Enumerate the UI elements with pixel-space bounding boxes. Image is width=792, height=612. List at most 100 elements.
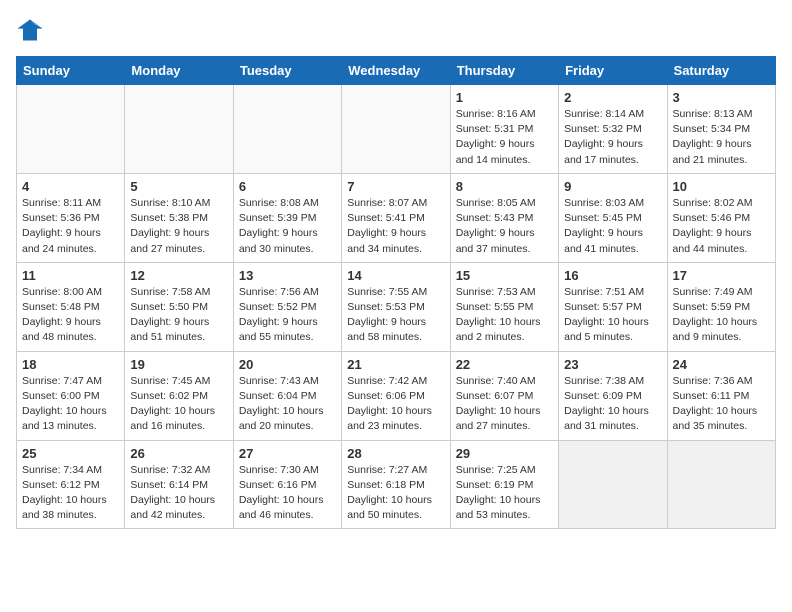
day-info: Sunrise: 8:13 AM Sunset: 5:34 PM Dayligh… <box>673 107 770 168</box>
calendar-cell: 14 Sunrise: 7:55 AM Sunset: 5:53 PM Dayli… <box>342 262 450 351</box>
day-info: Sunrise: 7:36 AM Sunset: 6:11 PM Dayligh… <box>673 374 770 435</box>
calendar-cell: 4 Sunrise: 8:11 AM Sunset: 5:36 PM Daylig… <box>17 173 125 262</box>
day-number: 13 <box>239 268 336 283</box>
calendar-cell: 16 Sunrise: 7:51 AM Sunset: 5:57 PM Dayli… <box>559 262 667 351</box>
day-info: Sunrise: 7:25 AM Sunset: 6:19 PM Dayligh… <box>456 463 553 524</box>
day-info: Sunrise: 7:38 AM Sunset: 6:09 PM Dayligh… <box>564 374 661 435</box>
day-number: 14 <box>347 268 444 283</box>
calendar-cell: 19 Sunrise: 7:45 AM Sunset: 6:02 PM Dayli… <box>125 351 233 440</box>
day-info: Sunrise: 7:42 AM Sunset: 6:06 PM Dayligh… <box>347 374 444 435</box>
calendar-cell: 24 Sunrise: 7:36 AM Sunset: 6:11 PM Dayli… <box>667 351 775 440</box>
calendar-cell: 18 Sunrise: 7:47 AM Sunset: 6:00 PM Dayli… <box>17 351 125 440</box>
day-header-saturday: Saturday <box>667 57 775 85</box>
day-number: 18 <box>22 357 119 372</box>
day-info: Sunrise: 7:30 AM Sunset: 6:16 PM Dayligh… <box>239 463 336 524</box>
day-number: 16 <box>564 268 661 283</box>
calendar-cell <box>125 85 233 174</box>
calendar-cell: 20 Sunrise: 7:43 AM Sunset: 6:04 PM Dayli… <box>233 351 341 440</box>
calendar-cell: 13 Sunrise: 7:56 AM Sunset: 5:52 PM Dayli… <box>233 262 341 351</box>
day-number: 11 <box>22 268 119 283</box>
day-info: Sunrise: 8:07 AM Sunset: 5:41 PM Dayligh… <box>347 196 444 257</box>
day-header-wednesday: Wednesday <box>342 57 450 85</box>
day-info: Sunrise: 8:14 AM Sunset: 5:32 PM Dayligh… <box>564 107 661 168</box>
day-info: Sunrise: 7:51 AM Sunset: 5:57 PM Dayligh… <box>564 285 661 346</box>
day-info: Sunrise: 8:10 AM Sunset: 5:38 PM Dayligh… <box>130 196 227 257</box>
calendar-cell: 21 Sunrise: 7:42 AM Sunset: 6:06 PM Dayli… <box>342 351 450 440</box>
day-info: Sunrise: 7:45 AM Sunset: 6:02 PM Dayligh… <box>130 374 227 435</box>
day-number: 3 <box>673 90 770 105</box>
day-info: Sunrise: 7:55 AM Sunset: 5:53 PM Dayligh… <box>347 285 444 346</box>
day-number: 24 <box>673 357 770 372</box>
calendar-cell <box>17 85 125 174</box>
day-info: Sunrise: 7:32 AM Sunset: 6:14 PM Dayligh… <box>130 463 227 524</box>
day-number: 2 <box>564 90 661 105</box>
day-info: Sunrise: 8:08 AM Sunset: 5:39 PM Dayligh… <box>239 196 336 257</box>
day-info: Sunrise: 7:40 AM Sunset: 6:07 PM Dayligh… <box>456 374 553 435</box>
day-number: 9 <box>564 179 661 194</box>
day-info: Sunrise: 7:53 AM Sunset: 5:55 PM Dayligh… <box>456 285 553 346</box>
day-number: 12 <box>130 268 227 283</box>
day-info: Sunrise: 7:56 AM Sunset: 5:52 PM Dayligh… <box>239 285 336 346</box>
day-number: 22 <box>456 357 553 372</box>
day-info: Sunrise: 7:47 AM Sunset: 6:00 PM Dayligh… <box>22 374 119 435</box>
calendar-cell: 17Sunrise: 7:49 AM Sunset: 5:59 PM Dayli… <box>667 262 775 351</box>
day-number: 19 <box>130 357 227 372</box>
calendar-cell: 5Sunrise: 8:10 AM Sunset: 5:38 PM Daylig… <box>125 173 233 262</box>
day-number: 28 <box>347 446 444 461</box>
day-info: Sunrise: 8:16 AM Sunset: 5:31 PM Dayligh… <box>456 107 553 168</box>
week-row-1: 1 Sunrise: 8:16 AM Sunset: 5:31 PM Daylig… <box>17 85 776 174</box>
day-info: Sunrise: 7:27 AM Sunset: 6:18 PM Dayligh… <box>347 463 444 524</box>
day-number: 26 <box>130 446 227 461</box>
week-row-4: 18 Sunrise: 7:47 AM Sunset: 6:00 PM Dayli… <box>17 351 776 440</box>
day-number: 10 <box>673 179 770 194</box>
day-header-tuesday: Tuesday <box>233 57 341 85</box>
calendar-cell: 9 Sunrise: 8:03 AM Sunset: 5:45 PM Daylig… <box>559 173 667 262</box>
calendar-cell: 7 Sunrise: 8:07 AM Sunset: 5:41 PM Daylig… <box>342 173 450 262</box>
calendar-cell: 11 Sunrise: 8:00 AM Sunset: 5:48 PM Dayli… <box>17 262 125 351</box>
week-row-5: 25 Sunrise: 7:34 AM Sunset: 6:12 PM Dayli… <box>17 440 776 529</box>
day-info: Sunrise: 7:43 AM Sunset: 6:04 PM Dayligh… <box>239 374 336 435</box>
calendar-cell <box>342 85 450 174</box>
day-number: 1 <box>456 90 553 105</box>
day-number: 7 <box>347 179 444 194</box>
day-info: Sunrise: 8:05 AM Sunset: 5:43 PM Dayligh… <box>456 196 553 257</box>
day-number: 25 <box>22 446 119 461</box>
day-number: 6 <box>239 179 336 194</box>
week-row-3: 11 Sunrise: 8:00 AM Sunset: 5:48 PM Dayli… <box>17 262 776 351</box>
day-number: 21 <box>347 357 444 372</box>
calendar-cell <box>233 85 341 174</box>
calendar-cell: 22 Sunrise: 7:40 AM Sunset: 6:07 PM Dayli… <box>450 351 558 440</box>
day-header-sunday: Sunday <box>17 57 125 85</box>
day-number: 29 <box>456 446 553 461</box>
day-info: Sunrise: 8:02 AM Sunset: 5:46 PM Dayligh… <box>673 196 770 257</box>
calendar-cell: 2 Sunrise: 8:14 AM Sunset: 5:32 PM Daylig… <box>559 85 667 174</box>
day-info: Sunrise: 7:34 AM Sunset: 6:12 PM Dayligh… <box>22 463 119 524</box>
calendar-cell: 23Sunrise: 7:38 AM Sunset: 6:09 PM Dayli… <box>559 351 667 440</box>
day-info: Sunrise: 8:11 AM Sunset: 5:36 PM Dayligh… <box>22 196 119 257</box>
calendar-cell: 10 Sunrise: 8:02 AM Sunset: 5:46 PM Dayli… <box>667 173 775 262</box>
calendar-cell: 29 Sunrise: 7:25 AM Sunset: 6:19 PM Dayli… <box>450 440 558 529</box>
day-header-friday: Friday <box>559 57 667 85</box>
day-info: Sunrise: 8:00 AM Sunset: 5:48 PM Dayligh… <box>22 285 119 346</box>
calendar-cell <box>667 440 775 529</box>
calendar-cell: 27 Sunrise: 7:30 AM Sunset: 6:16 PM Dayli… <box>233 440 341 529</box>
day-info: Sunrise: 7:49 AM Sunset: 5:59 PM Dayligh… <box>673 285 770 346</box>
days-header-row: SundayMondayTuesdayWednesdayThursdayFrid… <box>17 57 776 85</box>
day-number: 20 <box>239 357 336 372</box>
day-number: 4 <box>22 179 119 194</box>
logo-bird-icon <box>16 16 44 44</box>
day-header-monday: Monday <box>125 57 233 85</box>
day-info: Sunrise: 7:58 AM Sunset: 5:50 PM Dayligh… <box>130 285 227 346</box>
calendar-table: SundayMondayTuesdayWednesdayThursdayFrid… <box>16 56 776 529</box>
calendar-cell: 25 Sunrise: 7:34 AM Sunset: 6:12 PM Dayli… <box>17 440 125 529</box>
calendar-cell: 12 Sunrise: 7:58 AM Sunset: 5:50 PM Dayli… <box>125 262 233 351</box>
day-info: Sunrise: 8:03 AM Sunset: 5:45 PM Dayligh… <box>564 196 661 257</box>
day-number: 27 <box>239 446 336 461</box>
week-row-2: 4 Sunrise: 8:11 AM Sunset: 5:36 PM Daylig… <box>17 173 776 262</box>
calendar-cell: 15Sunrise: 7:53 AM Sunset: 5:55 PM Dayli… <box>450 262 558 351</box>
calendar-cell: 26 Sunrise: 7:32 AM Sunset: 6:14 PM Dayli… <box>125 440 233 529</box>
calendar-cell <box>559 440 667 529</box>
calendar-cell: 1 Sunrise: 8:16 AM Sunset: 5:31 PM Daylig… <box>450 85 558 174</box>
calendar-cell: 8Sunrise: 8:05 AM Sunset: 5:43 PM Daylig… <box>450 173 558 262</box>
calendar-cell: 6 Sunrise: 8:08 AM Sunset: 5:39 PM Daylig… <box>233 173 341 262</box>
